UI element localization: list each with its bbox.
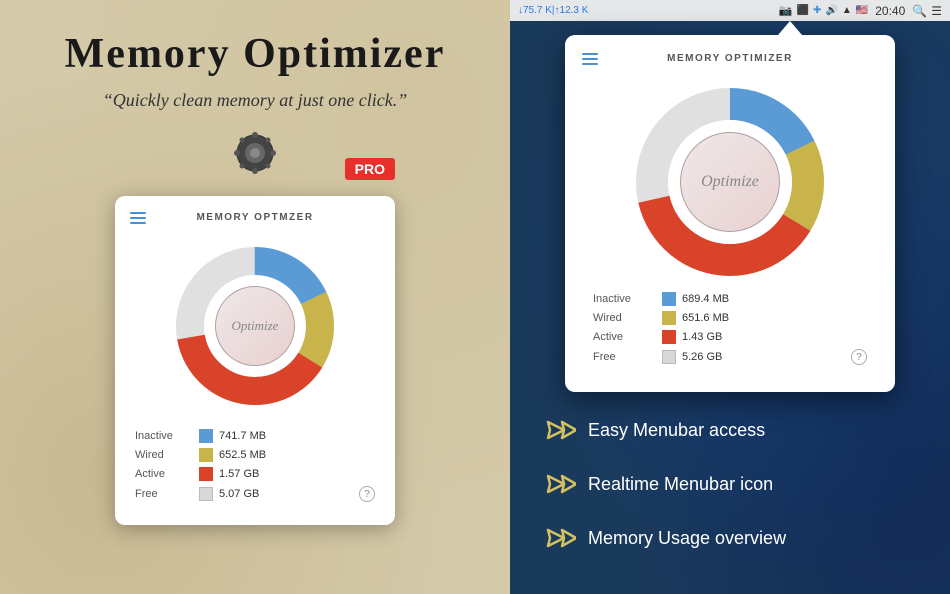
hamburger-line-3 bbox=[130, 222, 146, 224]
stat-val-inactive: 689.4 MB bbox=[682, 293, 729, 305]
stat-row-active-left: Active 1.57 GB bbox=[135, 467, 375, 481]
wired-color-right bbox=[662, 311, 676, 325]
stat-label: Free bbox=[135, 488, 195, 500]
menubar-time: 20:40 bbox=[875, 4, 905, 18]
optimize-button-right[interactable]: Optimize bbox=[680, 132, 780, 232]
optimize-button-left[interactable]: Optimize bbox=[215, 286, 295, 366]
free-color-box bbox=[199, 487, 213, 501]
question-icon-right[interactable]: ? bbox=[851, 349, 867, 365]
stat-label: Inactive bbox=[135, 430, 195, 442]
stat-label-wired: Wired bbox=[593, 312, 658, 324]
stat-value: 741.7 MB bbox=[219, 430, 266, 442]
stat-row-active-right: Active 1.43 GB bbox=[593, 330, 867, 344]
app-header-left: MEMORY OPTMZER bbox=[125, 206, 385, 231]
hamburger-line-2 bbox=[582, 58, 598, 60]
menubar-volume-icon: 🔊 bbox=[825, 5, 837, 16]
menubar-menu-icon[interactable]: ☰ bbox=[931, 4, 942, 18]
features-list: Easy Menubar access Realtime Menubar ico… bbox=[510, 392, 950, 594]
stat-label: Wired bbox=[135, 449, 195, 461]
inactive-color-box bbox=[199, 429, 213, 443]
arrow-icon-1 bbox=[540, 412, 576, 448]
stat-label-inactive: Inactive bbox=[593, 293, 658, 305]
arrow-icon-3 bbox=[540, 520, 576, 556]
settings-icon bbox=[233, 131, 277, 175]
feature-text-3: Memory Usage overview bbox=[588, 528, 786, 549]
stat-row-free-right: Free 5.26 GB ? bbox=[593, 349, 867, 365]
active-color-box bbox=[199, 467, 213, 481]
app-header-right: MEMORY OPTIMIZER bbox=[577, 47, 883, 72]
feature-text-1: Easy Menubar access bbox=[588, 420, 765, 441]
inactive-color-right bbox=[662, 292, 676, 306]
menubar-search-icon[interactable]: 🔍 bbox=[912, 4, 927, 18]
stat-row-wired-right: Wired 651.6 MB bbox=[593, 311, 867, 325]
left-panel: Memory Optimizer “Quickly clean memory a… bbox=[0, 0, 510, 594]
feature-item-3: Memory Usage overview bbox=[540, 520, 920, 556]
app-window-right: MEMORY OPTIMIZER Optimize bbox=[565, 35, 895, 392]
stat-value: 1.57 GB bbox=[219, 468, 259, 480]
popup-pointer bbox=[778, 21, 802, 35]
hamburger-menu[interactable] bbox=[130, 212, 146, 224]
stat-label: Active bbox=[135, 468, 195, 480]
wired-color-box bbox=[199, 448, 213, 462]
menubar-flag-icon: 🇺🇸 bbox=[856, 5, 868, 16]
menubar-square-icon: ⬛ bbox=[797, 5, 809, 16]
stat-val-free: 5.26 GB bbox=[682, 351, 722, 363]
hamburger-menu-right[interactable] bbox=[582, 53, 598, 65]
active-color-right bbox=[662, 330, 676, 344]
app-subtitle: “Quickly clean memory at just one click.… bbox=[103, 90, 407, 111]
feature-text-2: Realtime Menubar icon bbox=[588, 474, 773, 495]
stats-labels-right: Inactive 689.4 MB Wired 651.6 MB Active … bbox=[593, 292, 867, 370]
stat-value: 5.07 GB bbox=[219, 488, 259, 500]
menubar-eject-icon: ▲ bbox=[842, 5, 852, 16]
menubar: ↓75.7 K|↑12.3 K 📷 ⬛ ✚ 🔊 ▲ 🇺🇸 20:40 🔍 ☰ bbox=[510, 0, 950, 21]
menu-icon-area bbox=[233, 131, 277, 180]
right-panel: ↓75.7 K|↑12.3 K 📷 ⬛ ✚ 🔊 ▲ 🇺🇸 20:40 🔍 ☰ M… bbox=[510, 0, 950, 594]
arrow-icon-2 bbox=[540, 466, 576, 502]
free-color-right bbox=[662, 350, 676, 364]
menubar-camera-icon: 📷 bbox=[779, 4, 793, 17]
stat-row-free-left: Free 5.07 GB ? bbox=[135, 486, 375, 502]
app-title: Memory Optimizer bbox=[65, 30, 446, 78]
hamburger-line-3 bbox=[582, 63, 598, 65]
pro-badge: PRO bbox=[345, 158, 395, 180]
stat-label-active: Active bbox=[593, 331, 658, 343]
menubar-traffic: ↓75.7 K|↑12.3 K bbox=[518, 5, 588, 16]
stat-row-inactive-left: Inactive 741.7 MB bbox=[135, 429, 375, 443]
menubar-plus-icon: ✚ bbox=[813, 5, 821, 16]
stat-val-wired: 651.6 MB bbox=[682, 312, 729, 324]
question-icon-left[interactable]: ? bbox=[359, 486, 375, 502]
stat-val-active: 1.43 GB bbox=[682, 331, 722, 343]
app-window-title-right: MEMORY OPTIMIZER bbox=[667, 53, 793, 64]
stat-label-free: Free bbox=[593, 351, 658, 363]
donut-chart-right: Optimize bbox=[577, 72, 883, 292]
feature-item-2: Realtime Menubar icon bbox=[540, 466, 920, 502]
donut-chart-left: Optimize bbox=[125, 231, 385, 421]
hamburger-line-1 bbox=[130, 212, 146, 214]
hamburger-line-2 bbox=[130, 217, 146, 219]
feature-item-1: Easy Menubar access bbox=[540, 412, 920, 448]
stat-row-wired-left: Wired 652.5 MB bbox=[135, 448, 375, 462]
stat-row-inactive-right: Inactive 689.4 MB bbox=[593, 292, 867, 306]
stats-table-left: Inactive 741.7 MB Wired 652.5 MB Active … bbox=[125, 421, 385, 515]
stat-value: 652.5 MB bbox=[219, 449, 266, 461]
stats-area-right: Inactive 689.4 MB Wired 651.6 MB Active … bbox=[577, 292, 883, 380]
app-window-left: MEMORY OPTMZER bbox=[115, 196, 395, 525]
hamburger-line-1 bbox=[582, 53, 598, 55]
app-window-title-left: MEMORY OPTMZER bbox=[196, 212, 313, 223]
